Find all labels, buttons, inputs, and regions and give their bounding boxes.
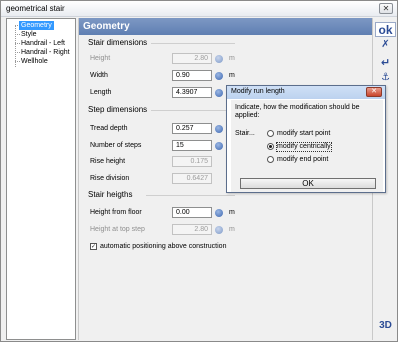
tread-depth-label: Tread depth [90, 125, 128, 132]
dialog-ok-button[interactable]: OK [240, 178, 376, 189]
rise-division-label: Rise division [90, 175, 130, 182]
dialog-close-button[interactable]: ✕ [366, 87, 382, 97]
modify-run-length-dialog: Modify run length ✕ Indicate, how the mo… [226, 85, 386, 193]
length-spin-icon[interactable] [215, 89, 223, 97]
tree-item-geometry[interactable]: Geometry [19, 21, 54, 30]
stair-label: Stair... [235, 130, 255, 137]
auto-position-checkbox[interactable]: ✓ [90, 243, 97, 250]
tree-item-wellhole[interactable]: Wellhole [21, 57, 48, 66]
section-divider [151, 43, 235, 44]
length-field[interactable]: 4.3907 [172, 87, 212, 98]
rise-division-field: 0.6427 [172, 173, 212, 184]
height-from-floor-field[interactable]: 0.00 [172, 207, 212, 218]
tread-depth-field[interactable]: 0.257 [172, 123, 212, 134]
tree-connector [15, 52, 20, 53]
width-label: Width [90, 72, 108, 79]
height-at-top-step-unit: m [229, 226, 235, 233]
dialog-body: Indicate, how the modification should be… [231, 100, 383, 192]
tree-connector [15, 61, 20, 62]
height-at-top-step-spin-icon [215, 226, 223, 234]
dialog-title-bar: Modify run length ✕ [227, 86, 385, 99]
3d-view-button[interactable]: 3D [375, 320, 396, 331]
enter-icon-button[interactable]: ↵ [375, 56, 396, 69]
panel-title: Geometry [79, 18, 372, 35]
tree-item-style[interactable]: Style [21, 30, 37, 39]
stair-window: geometrical stair ✕ Geometry Style Handr… [0, 0, 398, 342]
rise-height-label: Rise height [90, 158, 126, 165]
height-at-top-step-label: Height at top step [90, 226, 145, 233]
radio-modify-end-point[interactable] [267, 156, 274, 163]
auto-position-label: automatic positioning above construction [100, 243, 227, 250]
height-from-floor-label: Height from floor [90, 209, 142, 216]
title-bar: geometrical stair ✕ [1, 1, 397, 17]
tree-connector [15, 34, 20, 35]
radio-label-end-point: modify end point [277, 156, 329, 163]
height-from-floor-spin-icon[interactable] [215, 209, 223, 217]
number-of-steps-field[interactable]: 15 [172, 140, 212, 151]
number-of-steps-label: Number of steps [90, 142, 142, 149]
dialog-instruction: Indicate, how the modification should be… [235, 104, 360, 119]
height-label: Height [90, 55, 111, 62]
rise-height-field: 0.175 [172, 156, 212, 167]
number-of-steps-spin-icon[interactable] [215, 142, 223, 150]
cancel-icon-button[interactable]: ✗ [375, 39, 396, 50]
height-at-top-step-field: 2.80 [172, 224, 212, 235]
section-divider [146, 195, 235, 196]
radio-label-start-point: modify start point [277, 130, 331, 137]
tree-item-handrail-left[interactable]: Handrail - Left [21, 39, 65, 48]
width-spin-icon[interactable] [215, 72, 223, 80]
window-title: geometrical stair [6, 4, 65, 13]
tree-connector [15, 43, 20, 44]
window-close-button[interactable]: ✕ [379, 3, 393, 14]
anchor-icon-button[interactable]: ⚓ [375, 72, 396, 83]
section-title-step-dimensions: Step dimensions [88, 105, 148, 114]
section-divider [151, 110, 235, 111]
radio-modify-centrically[interactable] [267, 143, 274, 150]
length-label: Length [90, 89, 112, 96]
width-field[interactable]: 0.90 [172, 70, 212, 81]
dialog-title: Modify run length [231, 88, 285, 95]
tree-item-handrail-right[interactable]: Handrail - Right [21, 48, 70, 57]
height-field: 2.80 [172, 53, 212, 64]
navigation-tree: Geometry Style Handrail - Left Handrail … [6, 18, 76, 340]
height-from-floor-unit: m [229, 209, 235, 216]
tread-depth-spin-icon[interactable] [215, 125, 223, 133]
section-title-stair-heights: Stair heigths [88, 190, 133, 199]
width-unit: m [229, 72, 235, 79]
section-title-stair-dimensions: Stair dimensions [88, 38, 148, 47]
height-unit: m [229, 55, 235, 62]
ok-icon-button[interactable]: ok [375, 22, 396, 37]
radio-modify-start-point[interactable] [267, 130, 274, 137]
height-spin-icon [215, 55, 223, 63]
radio-label-centrically: modify centrically [276, 142, 332, 152]
